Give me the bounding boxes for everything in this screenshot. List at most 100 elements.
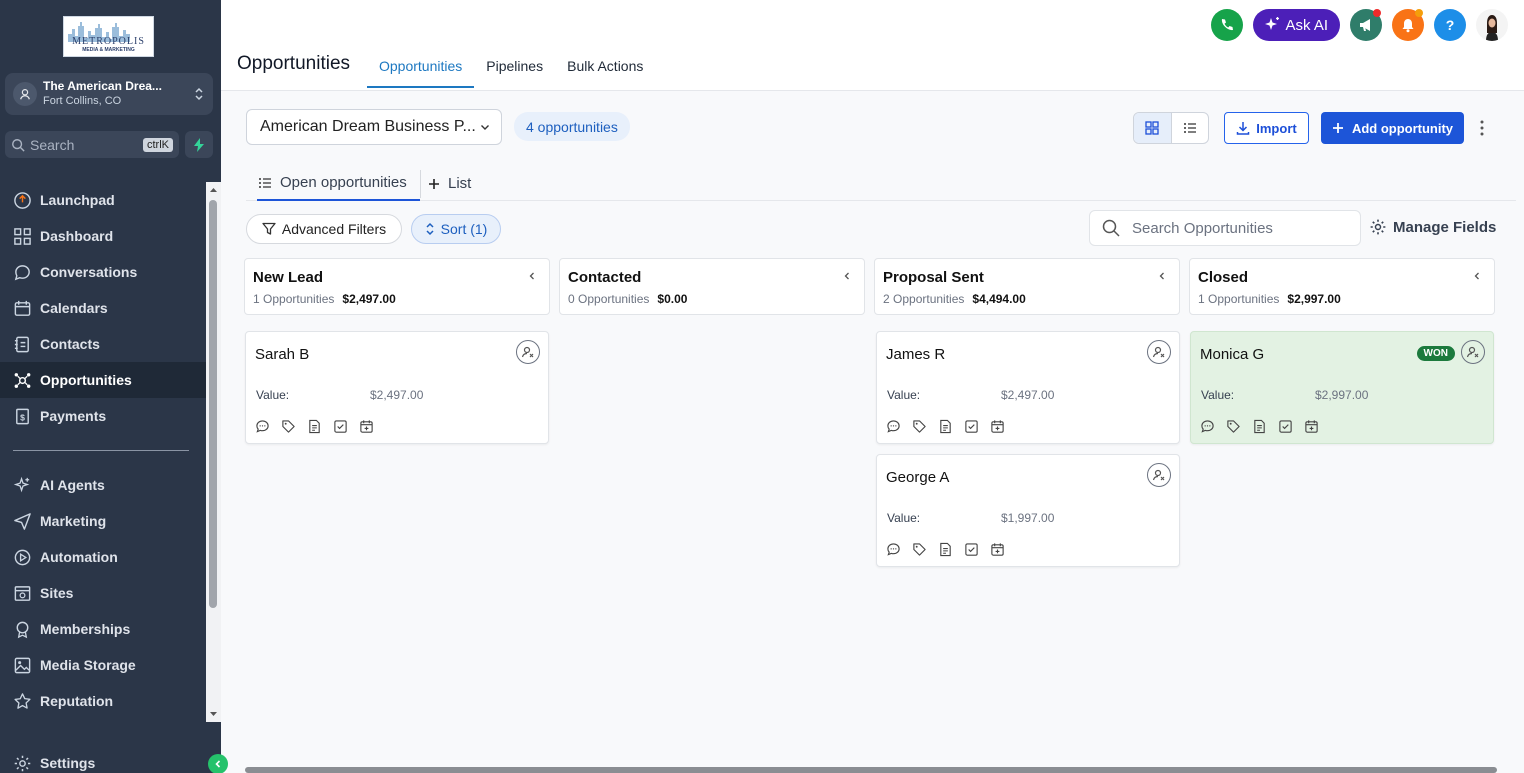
user-avatar[interactable] (1476, 9, 1508, 41)
help-button[interactable]: ? (1434, 9, 1466, 41)
sidebar-item-calendars[interactable]: Calendars (0, 290, 206, 326)
notification-dot (1415, 9, 1423, 17)
sidebar-item-opportunities[interactable]: Opportunities (0, 362, 206, 398)
assign-user-button[interactable] (1461, 340, 1485, 364)
collapse-column-icon[interactable] (527, 271, 537, 281)
task-icon[interactable] (1278, 419, 1293, 434)
assign-user-button[interactable] (1147, 340, 1171, 364)
sidebar-search-input[interactable]: Search ctrlK (5, 131, 179, 158)
import-button[interactable]: Import (1224, 112, 1309, 144)
opportunity-card-won[interactable]: Monica G WON Value: $2,997.00 (1190, 331, 1494, 444)
sidebar-scrollbar-thumb[interactable] (209, 200, 217, 608)
assign-user-button[interactable] (516, 340, 540, 364)
view-subtabs: Open opportunities List (246, 166, 1516, 201)
collapse-column-icon[interactable] (1472, 271, 1482, 281)
stage-column-proposal-sent: Proposal Sent 2 Opportunities $4,494.00 (874, 258, 1180, 315)
stage-total: $0.00 (657, 292, 688, 306)
note-icon[interactable] (1252, 419, 1267, 434)
add-opportunity-label: Add opportunity (1351, 120, 1454, 136)
sidebar-item-label: AI Agents (40, 477, 105, 493)
opportunity-card[interactable]: James R Value: $2,497.00 (876, 331, 1180, 444)
assign-user-button[interactable] (1147, 463, 1171, 487)
calendar-add-icon[interactable] (990, 542, 1005, 557)
calendar-add-icon[interactable] (1304, 419, 1319, 434)
sort-label: Sort (1) (440, 221, 488, 237)
phone-button[interactable] (1211, 9, 1244, 41)
calendar-add-icon[interactable] (359, 419, 374, 434)
quick-action-button[interactable] (185, 131, 213, 158)
chat-icon[interactable] (255, 419, 270, 434)
scroll-down-icon (210, 712, 217, 716)
chat-icon[interactable] (886, 419, 901, 434)
tag-icon[interactable] (1226, 419, 1241, 434)
more-options-button[interactable] (1474, 118, 1490, 138)
pipeline-select[interactable]: American Dream Business P... (246, 109, 502, 145)
ask-ai-button[interactable]: Ask AI (1253, 9, 1340, 41)
sort-button[interactable]: Sort (1) (411, 214, 501, 244)
svg-text:?: ? (1446, 17, 1455, 33)
list-view-button[interactable] (1172, 113, 1209, 143)
task-icon[interactable] (964, 419, 979, 434)
notifications-button[interactable] (1392, 9, 1424, 41)
opportunity-card[interactable]: George A Value: $1,997.00 (876, 454, 1180, 567)
sidebar-item-marketing[interactable]: Marketing (0, 503, 206, 539)
sidebar-item-label: Contacts (40, 336, 100, 352)
account-location: Fort Collins, CO (43, 95, 122, 107)
tag-icon[interactable] (912, 542, 927, 557)
board-horizontal-scrollbar[interactable] (245, 767, 1497, 773)
opportunity-card[interactable]: Sarah B Value: $2,497.00 (245, 331, 549, 444)
tag-icon[interactable] (912, 419, 927, 434)
collapse-column-icon[interactable] (842, 271, 852, 281)
task-icon[interactable] (964, 542, 979, 557)
sidebar-item-sites[interactable]: Sites (0, 575, 206, 611)
collapse-sidebar-button[interactable] (208, 754, 228, 773)
chevron-updown-icon (195, 87, 203, 101)
search-opportunities-input[interactable] (1132, 219, 1332, 237)
tab-pipelines[interactable]: Pipelines (474, 48, 555, 88)
sidebar-item-ai-agents[interactable]: AI Agents (0, 467, 206, 503)
task-icon[interactable] (333, 419, 348, 434)
note-icon[interactable] (307, 419, 322, 434)
sidebar-item-settings[interactable]: Settings (0, 745, 206, 773)
advanced-filters-button[interactable]: Advanced Filters (246, 214, 402, 244)
add-list-button[interactable]: List (428, 166, 471, 201)
account-switcher[interactable]: The American Drea... Fort Collins, CO (5, 73, 213, 115)
scroll-up-icon (210, 188, 217, 192)
company-logo[interactable]: METROPOLIS MEDIA & MARKETING (63, 16, 154, 57)
calendar-add-icon[interactable] (990, 419, 1005, 434)
collapse-column-icon[interactable] (1157, 271, 1167, 281)
grid-view-button[interactable] (1134, 113, 1172, 143)
tab-opportunities[interactable]: Opportunities (367, 48, 475, 88)
sidebar-item-contacts[interactable]: Contacts (0, 326, 206, 362)
chat-icon[interactable] (886, 542, 901, 557)
sidebar-item-reputation[interactable]: Reputation (0, 683, 206, 719)
tag-icon[interactable] (281, 419, 296, 434)
tab-bulk-actions[interactable]: Bulk Actions (555, 48, 655, 88)
stage-title: New Lead (253, 269, 324, 286)
filter-icon (262, 222, 276, 235)
sidebar-item-label: Media Storage (40, 657, 136, 673)
sidebar-item-payments[interactable]: $ Payments (0, 398, 206, 434)
chat-icon[interactable] (1200, 419, 1215, 434)
sidebar-item-launchpad[interactable]: Launchpad (0, 182, 206, 218)
page-title: Opportunities (237, 53, 351, 74)
sidebar-scrollbar[interactable] (206, 182, 221, 722)
sidebar-item-conversations[interactable]: Conversations (0, 254, 206, 290)
note-icon[interactable] (938, 419, 953, 434)
manage-fields-button[interactable]: Manage Fields (1369, 218, 1496, 236)
note-icon[interactable] (938, 542, 953, 557)
sidebar-item-media-storage[interactable]: Media Storage (0, 647, 206, 683)
add-opportunity-button[interactable]: Add opportunity (1321, 112, 1464, 144)
sidebar-item-automation[interactable]: Automation (0, 539, 206, 575)
sidebar-search-placeholder: Search (30, 136, 75, 153)
stage-column-contacted: Contacted 0 Opportunities $0.00 (559, 258, 865, 315)
sidebar-item-dashboard[interactable]: Dashboard (0, 218, 206, 254)
sidebar-item-memberships[interactable]: Memberships (0, 611, 206, 647)
logo-text-line2: MEDIA & MARKETING (82, 47, 135, 53)
opportunity-name: Sarah B (255, 346, 310, 363)
tab-open-opportunities[interactable]: Open opportunities (257, 166, 420, 201)
search-opportunities-field[interactable] (1089, 210, 1361, 246)
sites-icon (14, 585, 31, 601)
advanced-filters-label: Advanced Filters (281, 221, 387, 237)
announcements-button[interactable] (1350, 9, 1382, 41)
